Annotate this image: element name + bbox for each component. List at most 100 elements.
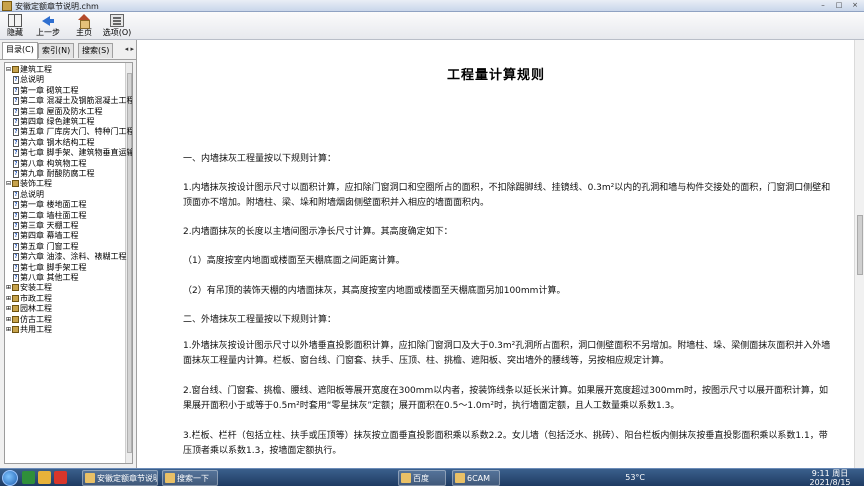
options-button[interactable]: 选项(O) — [102, 13, 132, 39]
help-page-icon: ? — [13, 201, 19, 210]
tree-topic-item[interactable]: ? 第六章 油漆、涂料、裱糊工程 — [12, 252, 127, 262]
hide-label: 隐藏 — [7, 28, 23, 37]
window-controls: – □ × — [818, 1, 860, 10]
content-scrollbar-thumb[interactable] — [857, 215, 863, 275]
tree-item-label: 第四章 幕墙工程 — [20, 231, 79, 241]
tab-contents[interactable]: 目录(C) — [2, 42, 38, 59]
help-page-icon: ? — [13, 211, 19, 220]
tree-item-label: 安装工程 — [20, 283, 52, 293]
tree-book-item[interactable]: ⊞ 市政工程 — [6, 294, 52, 304]
chm-app-icon — [2, 1, 12, 11]
tree-item-label: 装饰工程 — [20, 179, 52, 189]
content-scrollbar[interactable] — [854, 40, 864, 468]
task-icon — [401, 473, 411, 483]
back-button[interactable]: 上一步 — [33, 13, 63, 39]
help-page-icon: ? — [13, 190, 19, 199]
contents-tree: ⊟ 建筑工程? 总说明? 第一章 砌筑工程? 第二章 混凝土及钢筋混凝土工程? 第三章 屋… — [4, 62, 133, 464]
home-label: 主页 — [76, 28, 92, 37]
book-icon — [12, 66, 19, 73]
tree-topic-item[interactable]: ? 第一章 砌筑工程 — [12, 86, 79, 96]
tree-book-item[interactable]: ⊞ 共用工程 — [6, 325, 52, 335]
tree-topic-item[interactable]: ? 第九章 耐酸防腐工程 — [12, 169, 95, 179]
home-button[interactable]: 主页 — [69, 13, 99, 39]
expand-icon[interactable]: ⊞ — [6, 304, 11, 314]
expand-icon[interactable]: ⊞ — [6, 283, 11, 293]
tree-item-label: 总说明 — [20, 189, 44, 199]
tree-item-label: 共用工程 — [20, 325, 52, 334]
book-icon — [12, 180, 19, 188]
browser-icon[interactable] — [22, 471, 35, 484]
taskbar-task-chm[interactable]: 安徽定额章节说明 — [82, 470, 158, 486]
tree-item-label: 第三章 屋面及防水工程 — [20, 106, 103, 116]
clock[interactable]: 9:11 周日 2021/8/15 — [800, 469, 860, 486]
window-title: 安徽定额章节说明.chm — [15, 2, 99, 11]
tree-topic-item[interactable]: ? 总说明 — [12, 190, 44, 200]
taskbar-task-cam[interactable]: 6CAM — [452, 470, 500, 486]
expand-icon[interactable]: ⊞ — [6, 325, 11, 335]
tree-book-item[interactable]: ⊟ 建筑工程 — [6, 65, 52, 75]
system-tray: 53°C 9:11 周日 2021/8/15 — [560, 469, 860, 486]
collapse-icon[interactable]: ⊟ — [6, 179, 11, 189]
expand-icon[interactable]: ⊞ — [6, 294, 11, 304]
tree-book-item[interactable]: ⊞ 安装工程 — [6, 283, 52, 293]
help-page-icon: ? — [13, 253, 19, 262]
help-page-icon: ? — [13, 128, 19, 137]
tree-item-label: 第三章 天棚工程 — [20, 221, 79, 230]
hide-button[interactable]: 隐藏 — [0, 13, 30, 39]
help-page-icon: ? — [13, 138, 19, 147]
tree-topic-item[interactable]: ? 第五章 门窗工程 — [12, 242, 79, 252]
help-page-icon: ? — [13, 149, 19, 158]
book-icon — [12, 315, 19, 323]
tree-book-item[interactable]: ⊟ 装饰工程 — [6, 179, 52, 189]
taskbar-task-search[interactable]: 搜索一下 — [162, 470, 218, 486]
paragraph: 3.栏板、栏杆（包括立柱、扶手或压顶等）抹灰按立面垂直投影面积乘以系数2.2。女… — [183, 431, 828, 456]
tree-book-item[interactable]: ⊞ 仿古工程 — [6, 315, 52, 325]
minimize-button[interactable]: – — [818, 1, 828, 10]
help-page-icon: ? — [13, 76, 19, 85]
tree-topic-item[interactable]: ? 第七章 脚手架工程 — [12, 263, 87, 273]
title-bar: 安徽定额章节说明.chm – □ × — [0, 0, 864, 12]
tree-item-label: 第八章 其他工程 — [20, 273, 79, 282]
tree-topic-item[interactable]: ? 第一章 楼地面工程 — [12, 200, 87, 210]
app-icon[interactable] — [54, 471, 67, 484]
help-page-icon: ? — [13, 242, 19, 251]
folder-icon[interactable] — [38, 471, 51, 484]
tab-index[interactable]: 索引(N) — [38, 43, 75, 58]
tree-item-label: 仿古工程 — [20, 314, 52, 324]
tree-topic-item[interactable]: ? 第八章 其他工程 — [12, 273, 79, 283]
tab-scroll-arrows[interactable]: ◂ ▸ — [125, 45, 134, 53]
navigation-pane: 目录(C) 索引(N) 搜索(S) ◂ ▸ ⊟ 建筑工程? 总说明? 第一章 砌筑工程… — [0, 40, 137, 468]
maximize-button[interactable]: □ — [834, 1, 844, 10]
tree-topic-item[interactable]: ? 第六章 钢木结构工程 — [12, 138, 95, 148]
tree-scrollbar[interactable] — [125, 63, 132, 463]
help-page-icon: ? — [13, 86, 19, 95]
book-icon — [12, 326, 19, 333]
tree-topic-item[interactable]: ? 第七章 脚手架、建筑物垂直运输 — [12, 148, 132, 158]
tree-topic-item[interactable]: ? 第四章 幕墙工程 — [12, 231, 79, 241]
help-page-icon: ? — [13, 118, 19, 126]
tree-topic-item[interactable]: ? 第二章 混凝土及钢筋混凝土工程 — [12, 96, 132, 106]
collapse-icon[interactable]: ⊟ — [6, 65, 11, 75]
tree-topic-item[interactable]: ? 第四章 绿色建筑工程 — [12, 117, 95, 127]
hide-pane-icon — [8, 14, 22, 27]
tree-book-item[interactable]: ⊞ 园林工程 — [6, 304, 52, 314]
tree-topic-item[interactable]: ? 总说明 — [12, 75, 44, 85]
tree-topic-item[interactable]: ? 第五章 厂库房大门、特种门工程 — [12, 127, 132, 137]
taskbar: 搜索一下 安徽定额章节说明 百度 6CAM 53°C 9:11 周日 2021/… — [0, 468, 864, 486]
task-label: 安徽定额章节说明 — [97, 474, 158, 483]
paragraph: 二、外墙抹灰工程量按以下规则计算： — [183, 315, 337, 325]
close-button[interactable]: × — [850, 1, 860, 10]
tree-item-label: 第一章 楼地面工程 — [20, 200, 87, 210]
taskbar-task-browser[interactable]: 百度 — [398, 470, 446, 486]
help-page-icon: ? — [13, 159, 19, 168]
expand-icon[interactable]: ⊞ — [6, 315, 11, 325]
tab-search[interactable]: 搜索(S) — [78, 43, 114, 58]
tree-topic-item[interactable]: ? 第三章 天棚工程 — [12, 221, 79, 231]
tree-item-label: 第八章 构筑物工程 — [20, 158, 87, 168]
tree-topic-item[interactable]: ? 第八章 构筑物工程 — [12, 159, 87, 169]
tree-topic-item[interactable]: ? 第二章 墙柱面工程 — [12, 211, 87, 221]
tree-topic-item[interactable]: ? 第三章 屋面及防水工程 — [12, 107, 103, 117]
cpu-temperature: 53°C — [625, 473, 645, 482]
start-button[interactable] — [2, 470, 18, 486]
clock-time: 9:11 周日 — [811, 469, 849, 478]
